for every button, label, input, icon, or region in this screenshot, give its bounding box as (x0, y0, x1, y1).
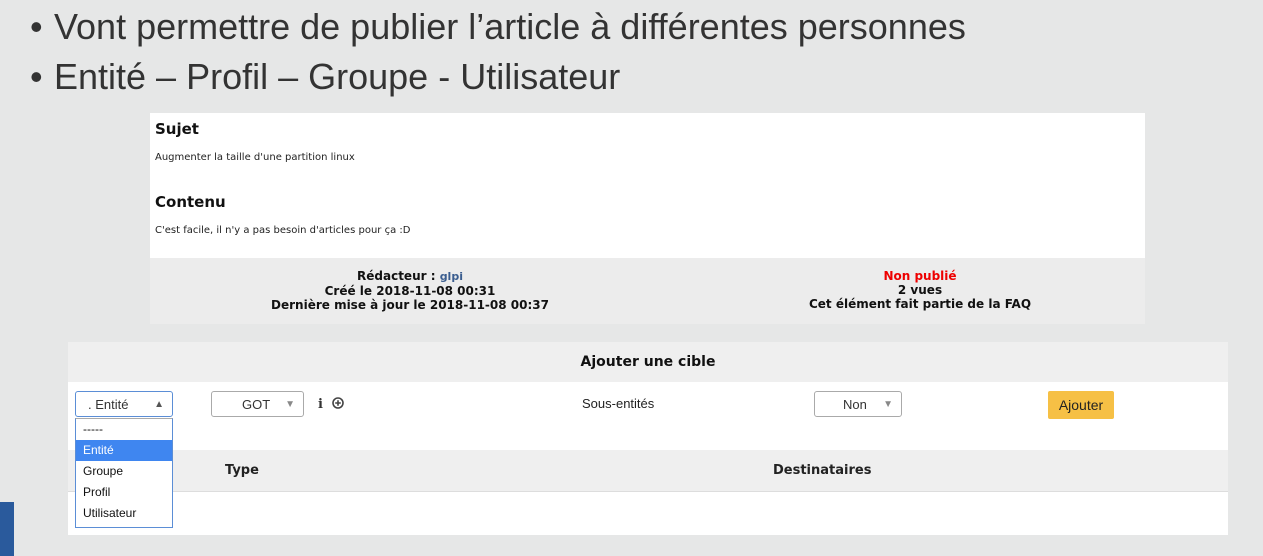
bullet-item: • Entité – Profil – Groupe - Utilisateur (30, 52, 966, 102)
article-panel: Sujet Augmenter la taille d'une partitio… (150, 113, 1145, 324)
meta-right: Non publié 2 vues Cet élément fait parti… (770, 269, 1070, 311)
panel-title: Ajouter une cible (68, 342, 1228, 382)
sub-entities-value: Non (843, 397, 867, 412)
dropdown-option-selected[interactable]: Entité (76, 440, 172, 461)
chevron-down-icon: ▼ (285, 399, 295, 410)
subject-text: Augmenter la taille d'une partition linu… (155, 152, 355, 163)
author-link[interactable]: glpi (440, 270, 463, 283)
add-circle-icon[interactable] (332, 397, 344, 409)
bullet-item: • Vont permettre de publier l’article à d… (30, 2, 966, 52)
entity-select-value: GOT (242, 397, 271, 412)
targets-table-header: Type Destinataires (68, 450, 1228, 492)
slide-bullets: • Vont permettre de publier l’article à d… (30, 2, 966, 102)
bullet-text: Entité – Profil – Groupe - Utilisateur (54, 56, 621, 97)
type-select[interactable]: . Entité ▲ (75, 391, 173, 417)
chevron-up-icon: ▲ (154, 399, 164, 410)
add-target-panel: Ajouter une cible . Entité ▲ GOT ▼ i Sou… (68, 342, 1228, 535)
dropdown-option[interactable]: Profil (76, 482, 172, 503)
sub-entities-select[interactable]: Non ▼ (814, 391, 902, 417)
meta-left: Rédacteur : glpi Créé le 2018-11-08 00:3… (260, 269, 560, 312)
info-icon[interactable]: i (318, 397, 323, 412)
views-count: 2 vues (897, 283, 943, 297)
content-text: C'est facile, il n'y a pas besoin d'arti… (155, 225, 411, 236)
bullet-text: Vont permettre de publier l’article à di… (54, 6, 966, 47)
bullet-dot: • (30, 56, 43, 97)
sub-entities-label: Sous-entités (582, 396, 655, 411)
subject-heading: Sujet (155, 120, 199, 138)
column-type: Type (225, 463, 259, 478)
bullet-dot: • (30, 6, 43, 47)
status-badge: Non publié (883, 269, 957, 283)
author-label: Rédacteur : (357, 269, 440, 283)
updated-date: Dernière mise à jour le 2018-11-08 00:37 (271, 298, 549, 312)
type-dropdown-list[interactable]: ----- Entité Groupe Profil Utilisateur (75, 418, 173, 528)
created-date: Créé le 2018-11-08 00:31 (324, 284, 496, 298)
dropdown-option[interactable]: Utilisateur (76, 503, 172, 524)
chevron-down-icon: ▼ (883, 399, 893, 410)
dropdown-option[interactable]: Groupe (76, 461, 172, 482)
article-meta: Rédacteur : glpi Créé le 2018-11-08 00:3… (150, 258, 1145, 324)
add-button[interactable]: Ajouter (1048, 391, 1114, 419)
slide-accent-bar (0, 502, 14, 556)
entity-select[interactable]: GOT ▼ (211, 391, 304, 417)
type-select-value: . Entité (88, 397, 129, 412)
column-recipients: Destinataires (773, 463, 872, 478)
author-line: Rédacteur : glpi (260, 269, 560, 284)
content-heading: Contenu (155, 193, 226, 211)
faq-note: Cet élément fait partie de la FAQ (808, 297, 1032, 311)
dropdown-option[interactable]: ----- (76, 419, 172, 440)
